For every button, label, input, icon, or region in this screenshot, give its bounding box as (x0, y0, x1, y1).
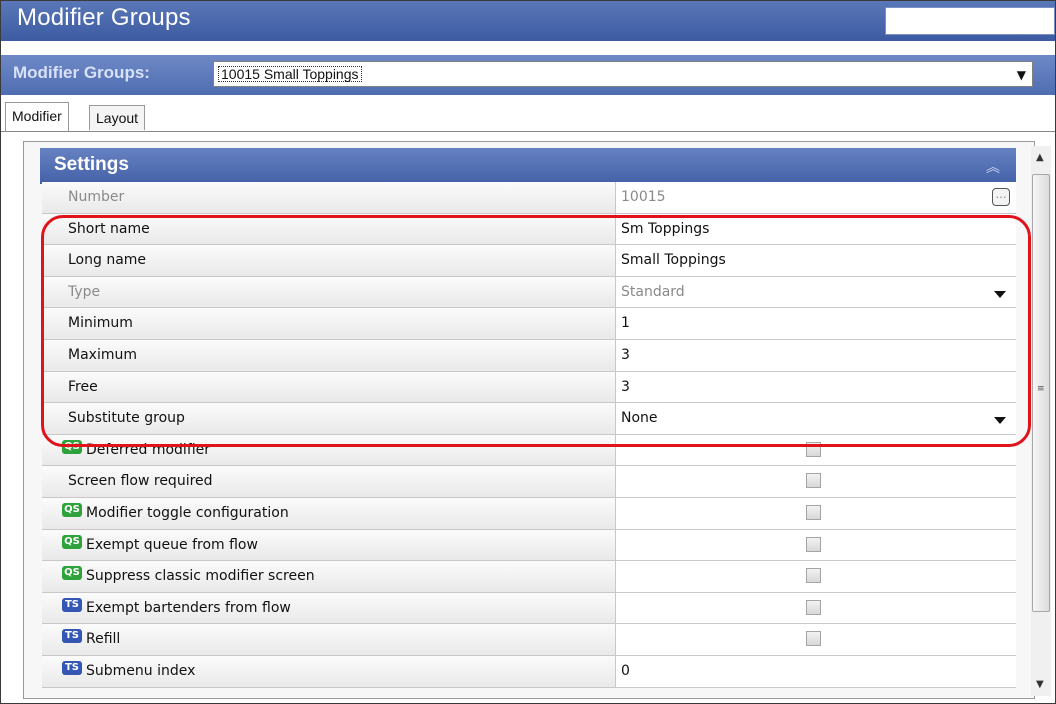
grip-icon: ≡ (1037, 384, 1045, 394)
scroll-down-icon[interactable]: ▼ (1036, 679, 1044, 690)
scroll-up-icon[interactable]: ▲ (1036, 152, 1044, 163)
group-selector-dropdown[interactable]: 10015 Small Toppings ▼ (213, 61, 1033, 87)
row-label: TS Refill (42, 624, 616, 655)
row-number: Number 10015 … (42, 182, 1016, 214)
row-label: Screen flow required (42, 466, 616, 497)
row-exempt-queue-from-flow: QS Exempt queue from flow (42, 529, 1016, 562)
qs-badge-icon: QS (62, 502, 84, 519)
row-label: QS Exempt queue from flow (42, 529, 616, 561)
exempt-bartenders-checkbox[interactable] (806, 599, 821, 615)
row-modifier-toggle-configuration: QS Modifier toggle configuration (42, 497, 1016, 530)
number-field[interactable]: 10015 … (616, 182, 1016, 213)
refill-checkbox[interactable] (806, 631, 821, 647)
number-value: 10015 (621, 189, 666, 205)
row-label: TS Submenu index (42, 655, 616, 687)
tab-layout[interactable]: Layout (89, 105, 146, 130)
refill-cell (616, 624, 1016, 655)
highlight-annotation (41, 215, 1031, 447)
row-label: Number (42, 182, 616, 213)
scroll-thumb[interactable]: ≡ (1032, 174, 1050, 612)
qs-badge-icon: QS (62, 566, 84, 582)
title-bar: Modifier Groups (1, 1, 1055, 41)
row-label: QS Modifier toggle configuration (42, 497, 616, 529)
row-submenu-index: TS Submenu index 0 (42, 655, 1016, 688)
screen-flow-required-cell (616, 466, 1016, 497)
suppress-classic-checkbox[interactable] (806, 568, 821, 584)
row-label: QS Suppress classic modifier screen (42, 561, 616, 592)
vertical-scrollbar[interactable]: ▲ ≡ ▼ (1031, 146, 1051, 696)
submenu-index-field[interactable]: 0 (616, 655, 1016, 687)
screen-flow-required-checkbox[interactable] (806, 473, 821, 489)
group-selector-value: 10015 Small Toppings (218, 66, 362, 82)
tab-modifier[interactable]: Modifier (5, 102, 69, 131)
tab-strip: Modifier Layout (1, 97, 1055, 132)
exempt-queue-checkbox[interactable] (806, 536, 821, 552)
row-label: TS Exempt bartenders from flow (42, 592, 616, 624)
qs-badge-icon: QS (62, 534, 84, 551)
settings-header[interactable]: Settings ︽ (40, 148, 1016, 184)
collapse-chevron-icon[interactable]: ︽ (986, 157, 1000, 177)
group-selector-label: Modifier Groups: (13, 63, 150, 82)
row-screen-flow-required: Screen flow required (42, 466, 1016, 498)
ellipsis-icon[interactable]: … (992, 188, 1010, 206)
exempt-bartenders-cell (616, 592, 1016, 624)
exempt-queue-cell (616, 529, 1016, 561)
ts-badge-icon: TS (62, 629, 84, 645)
suppress-classic-cell (616, 561, 1016, 592)
ts-badge-icon: TS (62, 660, 84, 677)
row-exempt-bartenders-from-flow: TS Exempt bartenders from flow (42, 592, 1016, 625)
window-title: Modifier Groups (17, 4, 191, 31)
row-refill: TS Refill (42, 624, 1016, 656)
modifier-toggle-cell (616, 497, 1016, 529)
chevron-down-icon[interactable]: ▼ (1017, 68, 1026, 82)
ts-badge-icon: TS (62, 597, 84, 614)
title-search-box[interactable] (885, 7, 1055, 35)
modifier-toggle-checkbox[interactable] (806, 504, 821, 520)
row-suppress-classic-modifier-screen: QS Suppress classic modifier screen (42, 561, 1016, 593)
settings-header-title: Settings (54, 154, 129, 175)
modifier-groups-window: Modifier Groups Modifier Groups: 10015 S… (0, 0, 1056, 704)
group-selector-bar: Modifier Groups: 10015 Small Toppings ▼ (1, 55, 1055, 95)
